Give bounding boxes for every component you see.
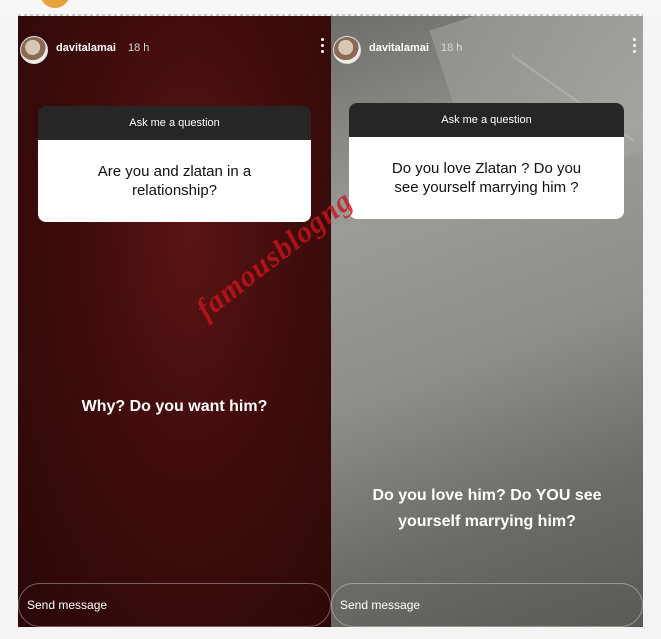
question-text: Are you and zlatan in a relationship? (38, 140, 311, 222)
send-message-placeholder: Send message (27, 598, 108, 612)
avatar[interactable] (20, 36, 48, 64)
answer-text: Why? Do you want him? (81, 398, 268, 415)
question-text: Do you love Zlatan ? Do you see yourself… (349, 137, 624, 219)
send-message-input[interactable]: Send message (331, 583, 643, 627)
question-sticker-title: Ask me a question (38, 106, 311, 140)
story-header: davitalamai 18 h (331, 36, 643, 64)
timestamp: 18 h (128, 42, 150, 54)
more-options-icon[interactable] (633, 38, 637, 56)
bottom-strip (0, 627, 661, 639)
story-panel-left: davitalamai 18 h Ask me a question Are y… (18, 16, 331, 627)
more-options-icon[interactable] (321, 38, 325, 56)
story-panel-right: davitalamai 18 h Ask me a question Do yo… (331, 16, 643, 627)
question-sticker: Ask me a question Are you and zlatan in … (38, 106, 311, 222)
top-strip (0, 0, 661, 16)
username[interactable]: davitalamai (56, 42, 116, 54)
story-header: davitalamai 18 h (18, 36, 331, 64)
avatar[interactable] (333, 36, 361, 64)
logo-chip (40, 0, 70, 8)
answer-text: Do you love him? Do YOU see yourself mar… (372, 487, 602, 530)
send-message-input[interactable]: Send message (18, 583, 331, 627)
username[interactable]: davitalamai (369, 42, 429, 54)
question-sticker: Ask me a question Do you love Zlatan ? D… (349, 103, 624, 219)
timestamp: 18 h (441, 42, 463, 54)
question-sticker-title: Ask me a question (349, 103, 624, 137)
send-message-placeholder: Send message (340, 598, 421, 612)
